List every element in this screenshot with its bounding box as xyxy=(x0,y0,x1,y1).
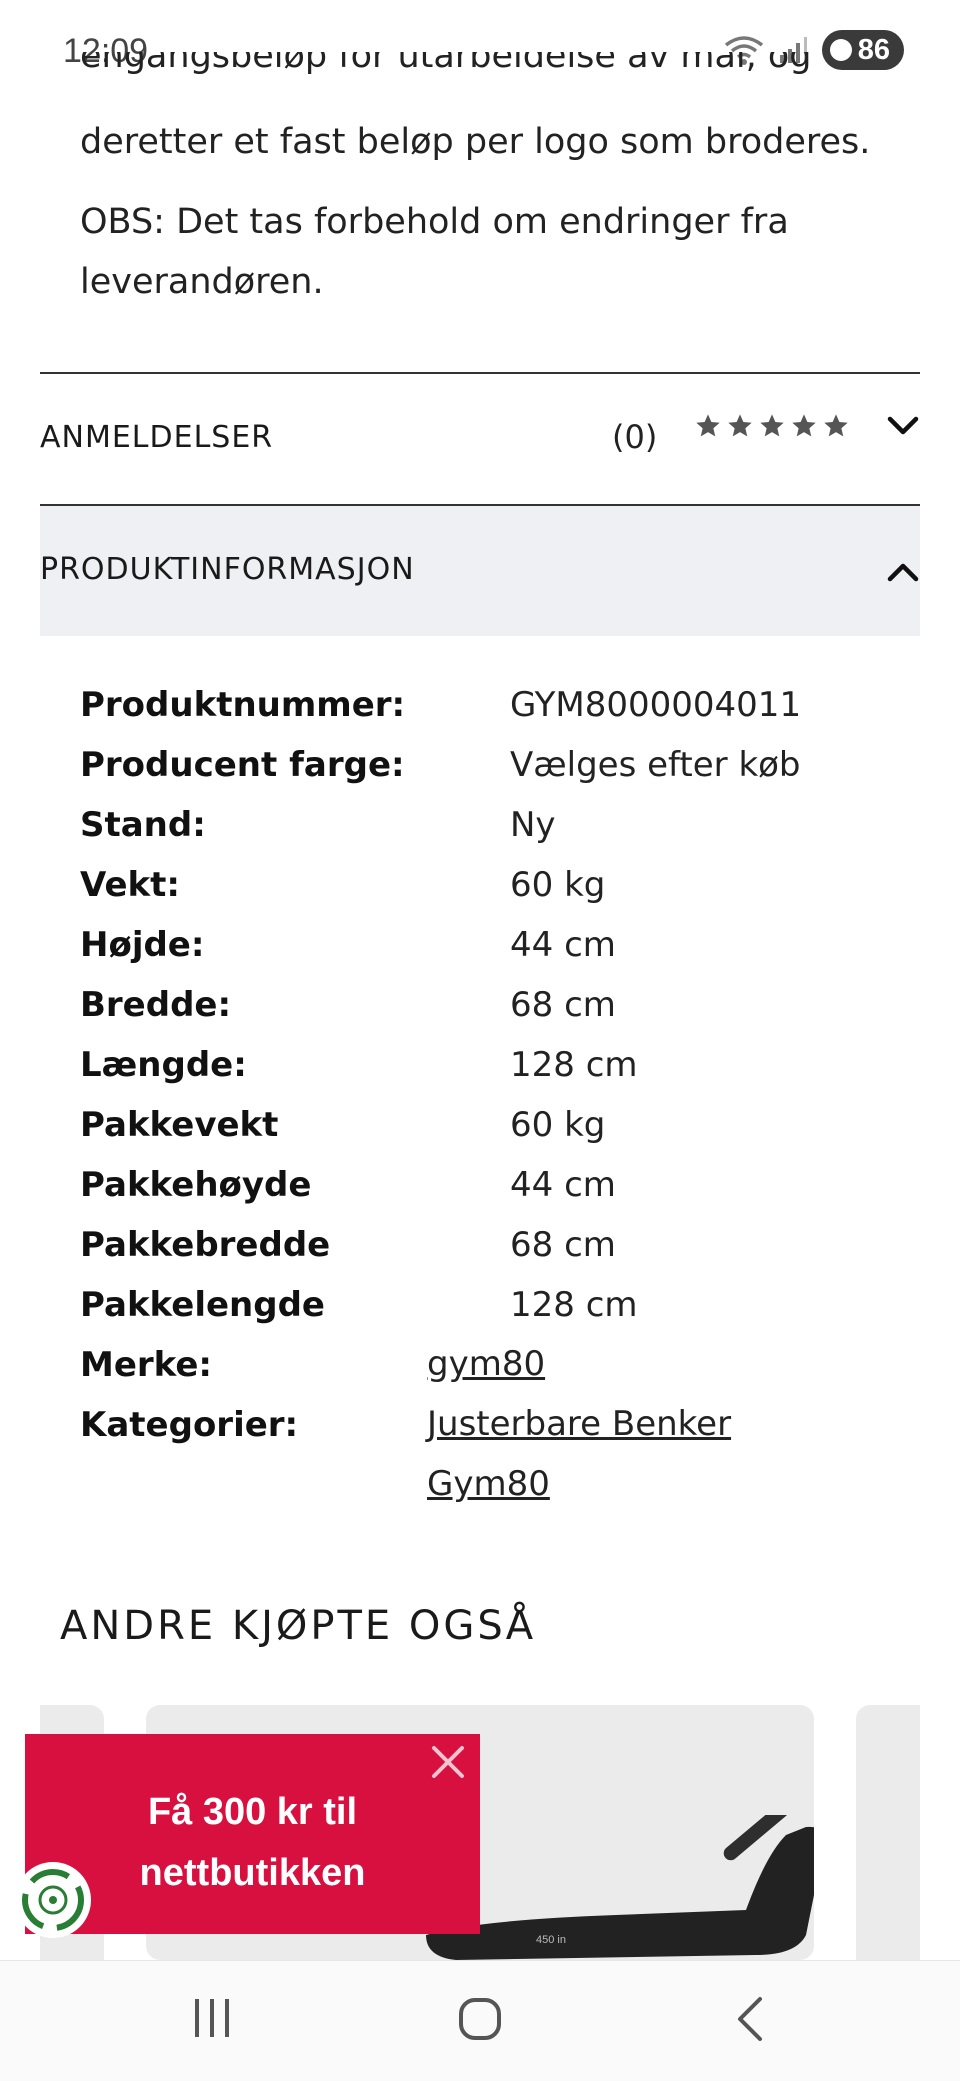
spec-key: Pakkebredde xyxy=(80,1225,331,1265)
spec-key: Stand: xyxy=(80,805,206,845)
description-partial-line: engangsbeløp for utarbeidelse av mal, og xyxy=(80,52,880,92)
spec-key: Produktnummer: xyxy=(80,685,406,725)
chevron-up-icon[interactable] xyxy=(886,560,920,584)
description-partial-text: engangsbeløp for utarbeidelse av mal, og xyxy=(80,52,812,76)
spec-value: 44 cm xyxy=(510,925,616,965)
eco-badge[interactable] xyxy=(15,1862,91,1938)
spec-value: 44 cm xyxy=(510,1165,616,1205)
chevron-down-icon[interactable] xyxy=(886,414,920,438)
description-line: deretter et fast beløp per logo som brod… xyxy=(80,122,871,162)
product-info-label: PRODUKTINFORMASJON xyxy=(40,552,415,587)
spec-row: Pakkebredde 68 cm xyxy=(80,1215,616,1275)
obs-line-1: OBS: Det tas forbehold om endringer fra xyxy=(80,202,789,242)
home-icon[interactable] xyxy=(458,1997,502,2041)
spec-value: 68 cm xyxy=(510,1225,616,1265)
spec-row: Produktnummer: GYM8000004011 xyxy=(80,675,801,735)
spec-key: Højde: xyxy=(80,925,205,965)
spec-value: 60 kg xyxy=(510,865,606,905)
star-icon xyxy=(792,414,816,437)
star-icon xyxy=(696,414,720,437)
reviews-count: (0) xyxy=(612,418,658,456)
spec-key: Pakkevekt xyxy=(80,1105,279,1145)
product-card-next[interactable] xyxy=(856,1705,920,1960)
spec-row: Pakkevekt 60 kg xyxy=(80,1095,605,1155)
spec-key: Pakkelengde xyxy=(80,1285,325,1325)
close-icon[interactable] xyxy=(428,1742,468,1782)
spec-value: 60 kg xyxy=(510,1105,606,1145)
spec-row: Længde: 128 cm xyxy=(80,1035,638,1095)
spec-value: Vælges efter køb xyxy=(510,745,801,785)
brand-link[interactable]: gym80 xyxy=(427,1344,545,1384)
spec-value: Ny xyxy=(510,805,556,845)
back-icon[interactable] xyxy=(734,1995,768,2043)
spec-row: Bredde: 68 cm xyxy=(80,975,616,1035)
product-badge: 450 in xyxy=(536,1934,566,1946)
divider xyxy=(40,372,920,374)
spec-value: 128 cm xyxy=(510,1285,638,1325)
reviews-label: ANMELDELSER xyxy=(40,420,274,455)
obs-line-2: leverandøren. xyxy=(80,262,324,302)
spec-row: Stand: Ny xyxy=(80,795,556,855)
spec-row: Pakkehøyde 44 cm xyxy=(80,1155,616,1215)
star-icon xyxy=(728,414,752,437)
promo-banner[interactable]: Få 300 kr til nettbutikken xyxy=(25,1734,480,1934)
spec-row: Producent farge: Vælges efter køb xyxy=(80,735,801,795)
spec-key: Pakkehøyde xyxy=(80,1165,312,1205)
spec-value: 68 cm xyxy=(510,985,616,1025)
promo-line-2: nettbutikken xyxy=(139,1852,366,1894)
system-nav-bar xyxy=(0,1960,960,2081)
spec-value: GYM8000004011 xyxy=(510,685,802,725)
spec-key: Længde: xyxy=(80,1045,247,1085)
star-icon xyxy=(824,414,848,437)
spec-key: Bredde: xyxy=(80,985,232,1025)
spec-row: Vekt: 60 kg xyxy=(80,855,605,915)
promo-line-1: Få 300 kr til xyxy=(147,1791,358,1833)
promo-text: Få 300 kr til nettbutikken xyxy=(25,1782,480,1904)
related-section-title: ANDRE KJØPTE OGSÅ xyxy=(60,1603,537,1649)
spec-row: Højde: 44 cm xyxy=(80,915,616,975)
recycle-icon xyxy=(22,1869,84,1931)
recent-apps-icon[interactable] xyxy=(192,1997,232,2039)
spec-key: Producent farge: xyxy=(80,745,405,785)
spec-key: Vekt: xyxy=(80,865,180,905)
rating-stars xyxy=(694,412,850,440)
star-icon xyxy=(760,414,784,437)
spec-row: Pakkelengde 128 cm xyxy=(80,1275,638,1335)
spec-value: 128 cm xyxy=(510,1045,638,1085)
category-link[interactable]: Justerbare Benker xyxy=(427,1404,731,1444)
category-link[interactable]: Gym80 xyxy=(427,1464,550,1504)
